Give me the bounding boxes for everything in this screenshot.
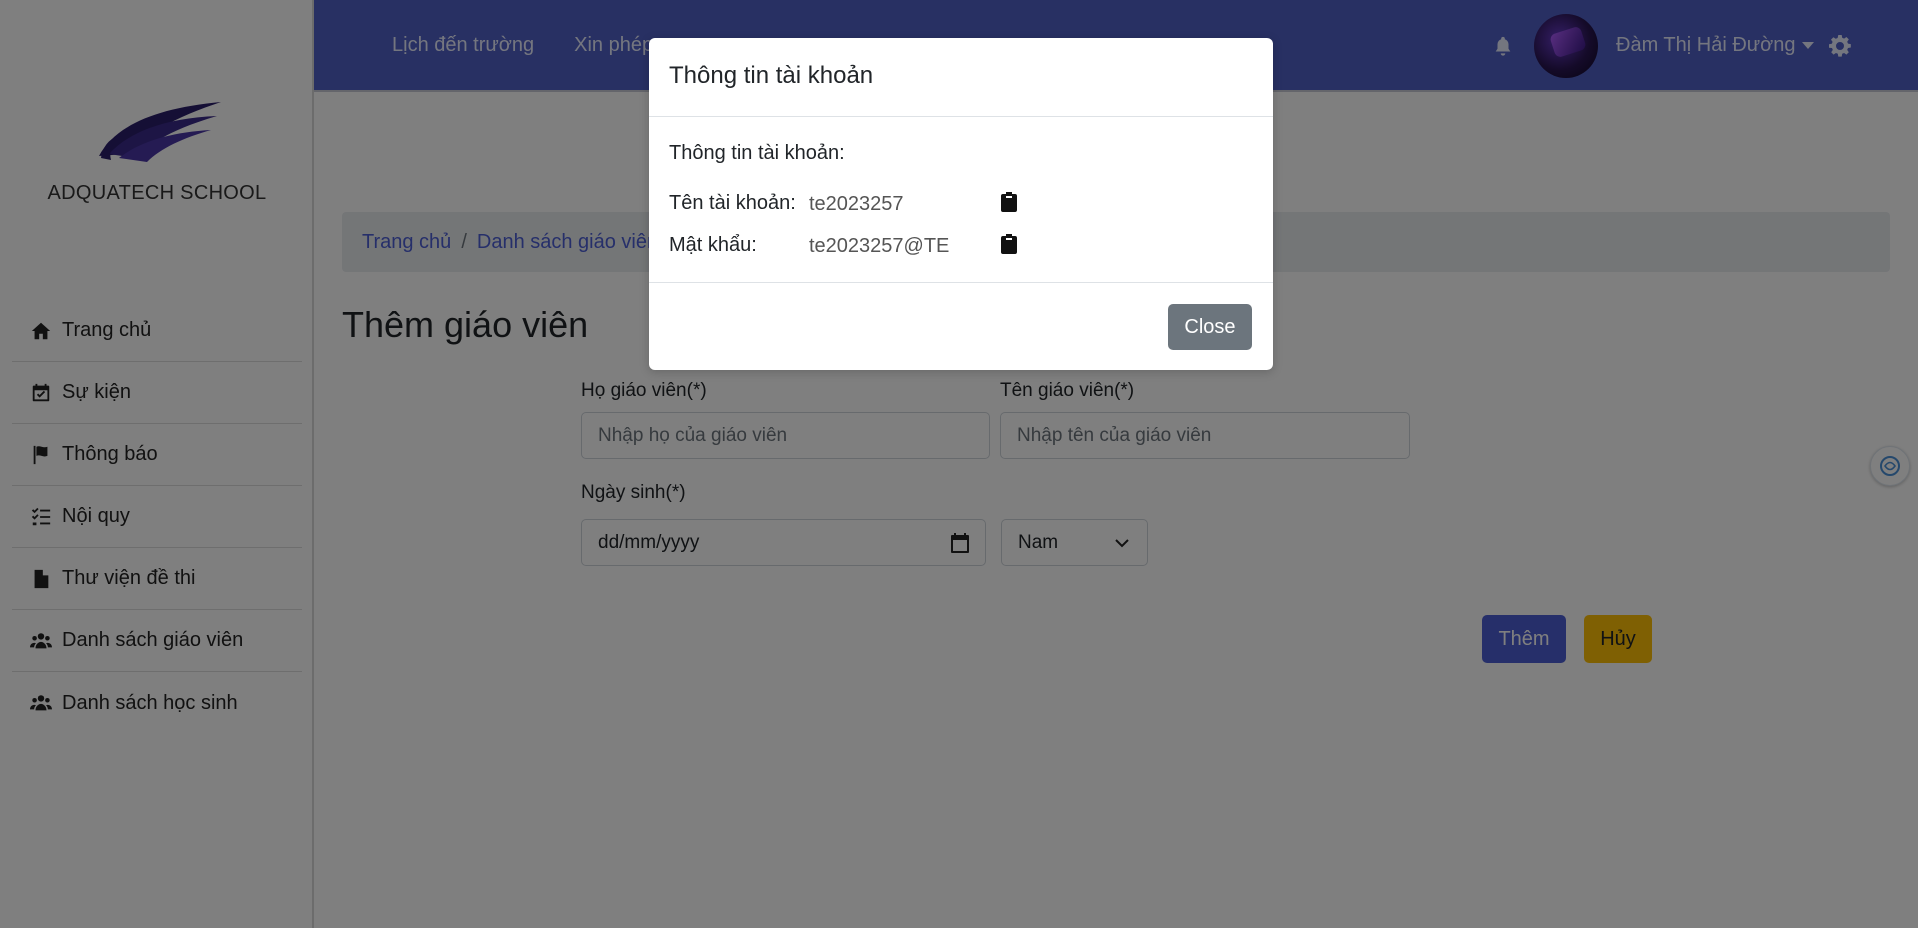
account-info-modal: Thông tin tài khoản Thông tin tài khoản:… — [649, 38, 1273, 370]
modal-footer-divider — [649, 282, 1273, 283]
copy-username-icon[interactable] — [1001, 192, 1017, 212]
close-button[interactable]: Close — [1168, 304, 1252, 350]
username-label: Tên tài khoản: — [669, 192, 796, 214]
modal-header-divider — [649, 116, 1273, 117]
modal-title: Thông tin tài khoản — [669, 62, 874, 89]
modal-subtitle: Thông tin tài khoản: — [669, 142, 845, 164]
password-label: Mật khẩu: — [669, 234, 757, 256]
password-value: te2023257@TE — [809, 235, 950, 257]
copy-password-icon[interactable] — [1001, 234, 1017, 254]
username-value: te2023257 — [809, 193, 904, 215]
